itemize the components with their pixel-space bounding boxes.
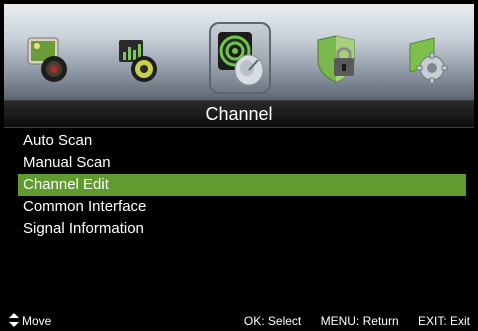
key-hints: OK: Select MENU: Return EXIT: Exit: [228, 315, 470, 327]
menu-item-signal-information[interactable]: Signal Information: [18, 218, 466, 240]
menu-return-hint: MENU: Return: [320, 314, 399, 328]
channel-icon[interactable]: [216, 30, 266, 88]
menu-item-channel-edit[interactable]: Channel Edit: [18, 174, 466, 196]
menu-item-manual-scan[interactable]: Manual Scan: [18, 152, 466, 174]
footer-hints: Move OK: Select MENU: Return EXIT: Exit: [0, 309, 478, 331]
channel-menu: Auto Scan Manual Scan Channel Edit Commo…: [18, 130, 466, 240]
ok-select-hint: OK: Select: [243, 314, 302, 328]
menu-icon-bar: [4, 4, 474, 100]
sound-icon[interactable]: [117, 34, 163, 86]
exit-hint: EXIT: Exit: [417, 314, 470, 328]
picture-icon[interactable]: [26, 34, 72, 86]
tv-osd-menu: Channel Auto Scan Manual Scan Channel Ed…: [0, 0, 478, 331]
menu-item-common-interface[interactable]: Common Interface: [18, 196, 466, 218]
page-title: Channel: [4, 100, 474, 128]
move-hint: Move: [22, 314, 52, 328]
up-down-arrow-icon: [9, 313, 19, 327]
menu-item-auto-scan[interactable]: Auto Scan: [18, 130, 466, 152]
setup-icon[interactable]: [404, 34, 450, 86]
lock-icon[interactable]: [314, 34, 360, 86]
